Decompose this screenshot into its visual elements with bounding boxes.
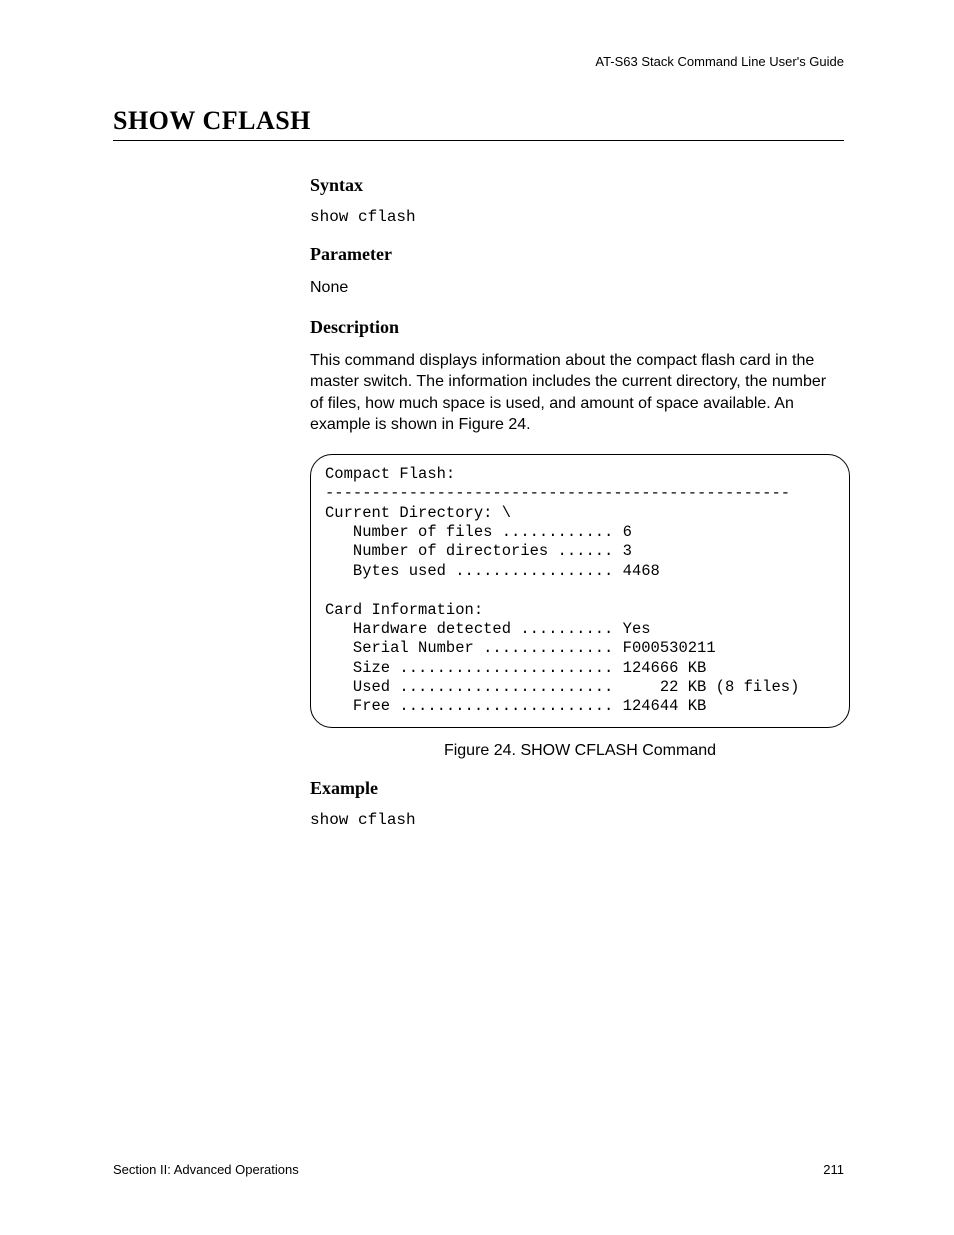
description-text: This command displays information about … — [310, 350, 842, 436]
parameter-value: None — [310, 277, 842, 299]
code-output-text: Compact Flash: -------------------------… — [325, 465, 835, 717]
figure-caption: Figure 24. SHOW CFLASH Command — [310, 742, 850, 760]
command-title: SHOW CFLASH — [113, 106, 844, 141]
header-guide-title: AT-S63 Stack Command Line User's Guide — [595, 54, 844, 69]
content-column: Syntax show cflash Parameter None Descri… — [310, 175, 842, 829]
syntax-command: show cflash — [310, 208, 842, 226]
syntax-heading: Syntax — [310, 175, 842, 196]
footer-section-label: Section II: Advanced Operations — [113, 1162, 299, 1177]
page: AT-S63 Stack Command Line User's Guide S… — [0, 0, 954, 1235]
description-heading: Description — [310, 317, 842, 338]
parameter-heading: Parameter — [310, 244, 842, 265]
footer-page-number: 211 — [823, 1162, 844, 1177]
example-command: show cflash — [310, 811, 842, 829]
code-output-box: Compact Flash: -------------------------… — [310, 454, 850, 728]
example-heading: Example — [310, 778, 842, 799]
